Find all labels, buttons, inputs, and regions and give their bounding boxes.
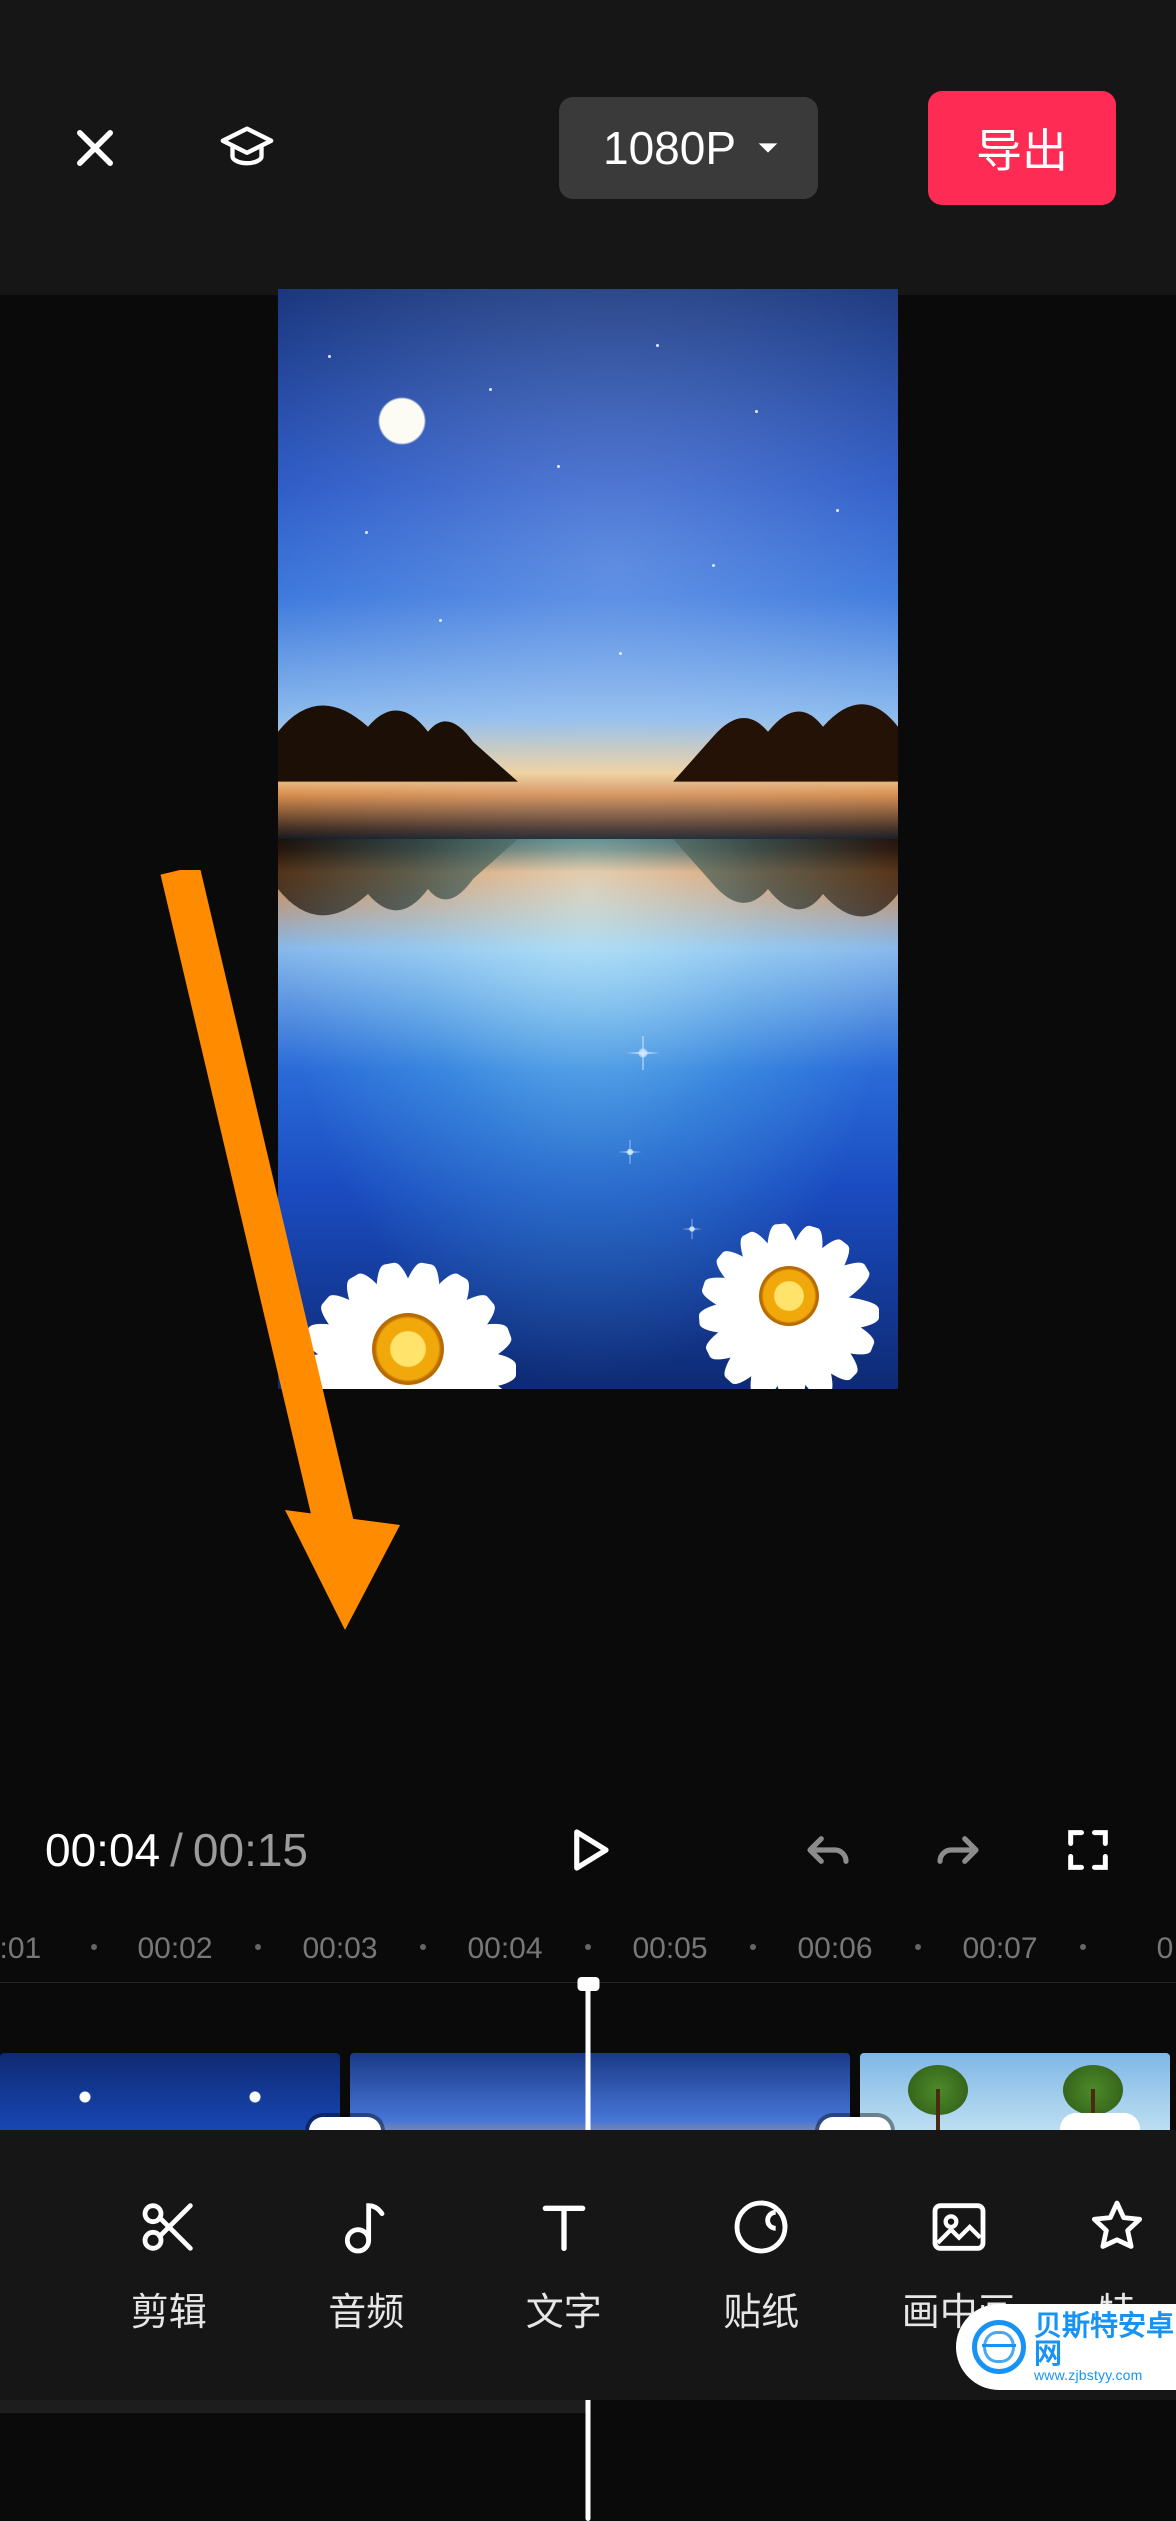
scissors-icon (137, 2195, 201, 2259)
time-separator: / (160, 1823, 193, 1877)
picture-in-picture-icon (927, 2195, 991, 2259)
tool-audio[interactable]: 音频 (268, 2195, 466, 2336)
tool-text[interactable]: 文字 (465, 2195, 663, 2336)
star-icon (1085, 2195, 1149, 2259)
ruler-tick: 00:03 (302, 1932, 377, 1966)
tool-edit[interactable]: 剪辑 (70, 2195, 268, 2336)
close-icon (69, 122, 121, 174)
tool-label: 音频 (328, 2281, 404, 2336)
tutorial-button[interactable] (212, 113, 282, 183)
ruler-dot (915, 1944, 921, 1950)
tool-label: 剪辑 (131, 2281, 207, 2336)
preview-area (0, 295, 1176, 1745)
video-preview[interactable] (278, 289, 898, 1389)
ruler-tick: 0 (1157, 1932, 1174, 1966)
fullscreen-icon (1062, 1824, 1114, 1876)
text-icon (532, 2195, 596, 2259)
watermark-url: www.zjbstyy.com (1034, 2368, 1176, 2382)
resolution-dropdown[interactable]: 1080P (559, 97, 818, 199)
ruler-tick: 00:07 (962, 1932, 1037, 1966)
ruler-tick: 00:02 (137, 1932, 212, 1966)
ruler-dot (420, 1944, 426, 1950)
sticker-icon (729, 2195, 793, 2259)
redo-icon (931, 1823, 985, 1877)
ruler-dot (585, 1944, 591, 1950)
export-label: 导出 (976, 125, 1068, 177)
tool-label: 文字 (526, 2281, 602, 2336)
chevron-down-icon (754, 134, 782, 162)
ruler-tick: 00:06 (797, 1932, 872, 1966)
fullscreen-button[interactable] (1045, 1807, 1131, 1893)
export-button[interactable]: 导出 (928, 91, 1116, 205)
play-button[interactable] (545, 1807, 631, 1893)
tool-label: 贴纸 (723, 2281, 799, 2336)
ruler-dot (91, 1944, 97, 1950)
treeline-graphic (278, 672, 898, 782)
resolution-label: 1080P (603, 121, 736, 175)
globe-icon (972, 2320, 1026, 2374)
transport-bar: 00:04 / 00:15 (0, 1790, 1176, 1910)
flower-graphic-right (664, 1171, 898, 1389)
top-bar: 1080P 导出 (0, 0, 1176, 295)
ruler-tick: 00:04 (467, 1932, 542, 1966)
ruler-tick: 00:05 (632, 1932, 707, 1966)
watermark-title: 贝斯特安卓网 (1034, 2312, 1176, 2368)
flower-graphic-left (278, 1199, 558, 1389)
graduation-cap-icon (218, 119, 276, 177)
music-note-icon (334, 2195, 398, 2259)
tool-sticker[interactable]: 贴纸 (663, 2195, 861, 2336)
total-duration: 00:15 (193, 1823, 308, 1877)
ruler-dot (255, 1944, 261, 1950)
watermark: 贝斯特安卓网 www.zjbstyy.com (956, 2304, 1176, 2390)
ruler-dot (750, 1944, 756, 1950)
time-ruler[interactable]: 0:01 00:02 00:03 00:04 00:05 00:06 00:07 0 (0, 1910, 1176, 1982)
ruler-tick: 0:01 (0, 1932, 41, 1966)
redo-button[interactable] (915, 1807, 1001, 1893)
close-button[interactable] (60, 113, 130, 183)
undo-button[interactable] (785, 1807, 871, 1893)
current-time: 00:04 (45, 1823, 160, 1877)
ruler-dot (1080, 1944, 1086, 1950)
play-icon (561, 1823, 615, 1877)
undo-icon (801, 1823, 855, 1877)
